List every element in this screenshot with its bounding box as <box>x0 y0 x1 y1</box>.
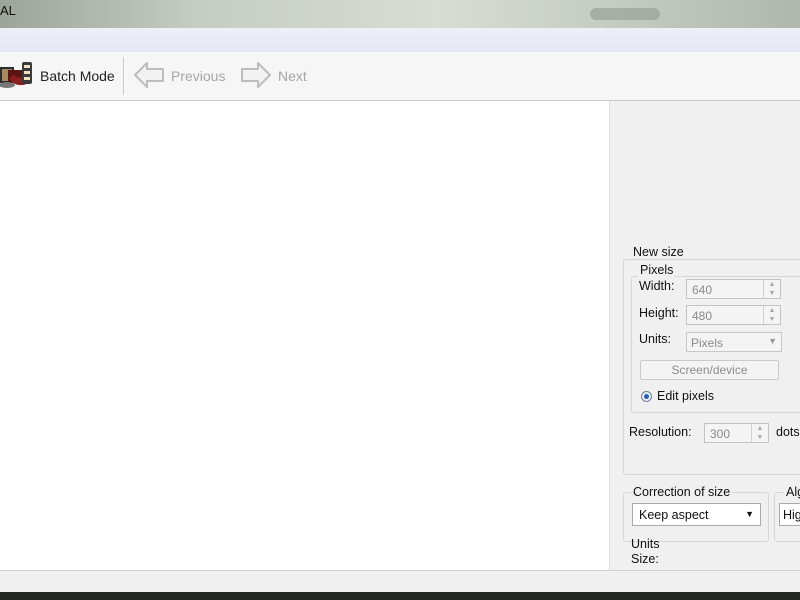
title-bar: AL <box>0 0 800 28</box>
arrow-right-icon <box>240 61 272 92</box>
image-canvas[interactable] <box>0 101 609 570</box>
screen-device-button[interactable]: Screen/device <box>640 360 779 380</box>
toolbar: Batch Mode Previous Next <box>0 52 800 101</box>
algorithm-value: Hig <box>783 508 800 522</box>
algorithm-label: Alg <box>784 485 800 499</box>
settings-panel: New size Pixels Width: 640 ▲ ▼ Height: 4… <box>609 101 800 570</box>
batch-mode-label: Batch Mode <box>40 68 115 84</box>
batch-mode-button[interactable]: Batch Mode <box>0 52 115 100</box>
title-bar-decoration <box>590 8 660 20</box>
edit-pixels-label: Edit pixels <box>657 389 714 403</box>
spin-down-icon[interactable]: ▼ <box>764 315 780 324</box>
algorithm-dropdown[interactable]: Hig <box>779 503 800 526</box>
correction-value: Keep aspect <box>639 508 709 522</box>
correction-dropdown[interactable]: Keep aspect ▼ <box>632 503 761 526</box>
next-button[interactable]: Next <box>240 52 307 100</box>
window-frame-strip <box>0 28 800 52</box>
size-label: Size: <box>631 552 659 566</box>
screen-device-label: Screen/device <box>671 363 748 377</box>
height-value: 480 <box>692 309 713 323</box>
units-dropdown[interactable]: Pixels ▼ <box>686 332 782 352</box>
spin-down-icon[interactable]: ▼ <box>752 433 768 442</box>
width-spin-arrows[interactable]: ▲ ▼ <box>763 280 780 298</box>
resolution-spin-arrows[interactable]: ▲ ▼ <box>751 424 768 442</box>
toolbar-separator <box>123 57 125 95</box>
height-spinbox[interactable]: 480 ▲ ▼ <box>686 305 781 325</box>
previous-label: Previous <box>171 68 226 84</box>
width-label: Width: <box>639 279 675 293</box>
resolution-value: 300 <box>710 427 731 441</box>
units-value: Pixels <box>691 336 724 350</box>
resolution-unit-label: dots <box>776 425 800 439</box>
spin-down-icon[interactable]: ▼ <box>764 289 780 298</box>
resolution-label: Resolution: <box>629 425 692 439</box>
units-bottom-label: Units <box>631 537 660 551</box>
previous-button[interactable]: Previous <box>133 52 225 100</box>
spin-up-icon[interactable]: ▲ <box>752 424 768 433</box>
correction-label: Correction of size <box>631 485 733 499</box>
width-spinbox[interactable]: 640 ▲ ▼ <box>686 279 781 299</box>
width-value: 640 <box>692 283 713 297</box>
resolution-spinbox[interactable]: 300 ▲ ▼ <box>704 423 769 443</box>
window-title: AL <box>0 3 16 18</box>
arrow-left-icon <box>133 61 165 92</box>
next-label: Next <box>278 68 307 84</box>
new-size-label: New size <box>631 245 686 259</box>
spin-up-icon[interactable]: ▲ <box>764 306 780 315</box>
pixels-label: Pixels <box>638 263 676 277</box>
units-label: Units: <box>639 332 671 346</box>
height-label: Height: <box>639 306 679 320</box>
desktop-background <box>0 592 800 600</box>
edit-pixels-radio[interactable] <box>641 391 652 402</box>
film-reel-icon <box>0 58 34 95</box>
chevron-down-icon: ▼ <box>768 336 777 346</box>
chevron-down-icon: ▼ <box>745 509 754 519</box>
height-spin-arrows[interactable]: ▲ ▼ <box>763 306 780 324</box>
status-bar <box>0 570 800 593</box>
spin-up-icon[interactable]: ▲ <box>764 280 780 289</box>
